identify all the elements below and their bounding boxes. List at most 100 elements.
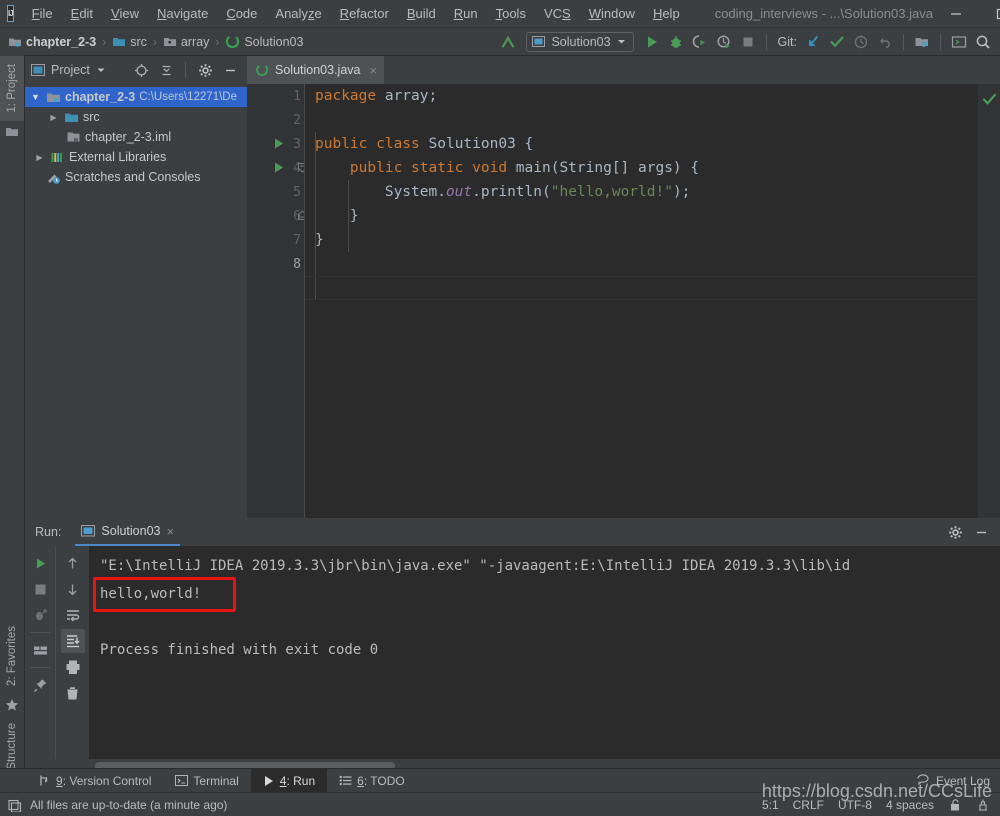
editor-tab-solution03[interactable]: Solution03.java × bbox=[247, 56, 385, 84]
menu-item-code[interactable]: Code bbox=[217, 3, 266, 24]
soft-wrap-icon[interactable] bbox=[61, 603, 85, 627]
bottom-tab-run[interactable]: 4: Run bbox=[250, 768, 328, 793]
collapse-all-icon[interactable] bbox=[155, 59, 177, 81]
inspection-level-icon[interactable] bbox=[976, 798, 990, 812]
bottom-tab-todo[interactable]: 6: TODO bbox=[327, 769, 417, 793]
close-icon[interactable]: × bbox=[369, 63, 377, 78]
chevron-down-icon[interactable] bbox=[96, 65, 106, 75]
stop-button[interactable] bbox=[737, 31, 759, 53]
run-gutter-icon[interactable] bbox=[273, 137, 285, 150]
search-everywhere-icon[interactable] bbox=[972, 31, 994, 53]
window-controls bbox=[933, 0, 1000, 28]
hide-panel-icon[interactable] bbox=[219, 59, 241, 81]
bottom-tab-terminal[interactable]: Terminal bbox=[163, 769, 250, 793]
run-with-coverage-button[interactable] bbox=[689, 31, 711, 53]
encoding[interactable]: UTF-8 bbox=[838, 798, 872, 812]
rerun-icon[interactable] bbox=[28, 551, 52, 575]
menu-item-refactor[interactable]: Refactor bbox=[331, 3, 398, 24]
tree-node-chapter-2-3[interactable]: ▼ chapter_2-3 C:\Users\12271\De bbox=[25, 87, 247, 107]
indent-setting[interactable]: 4 spaces bbox=[886, 798, 934, 812]
pin-tab-icon[interactable] bbox=[28, 673, 52, 697]
sidebar-item-favorites[interactable]: 2: Favorites bbox=[0, 618, 24, 694]
tree-node-label: src bbox=[83, 110, 100, 124]
project-structure-icon[interactable] bbox=[911, 31, 933, 53]
close-icon[interactable]: × bbox=[166, 524, 174, 539]
run-tab-label: Solution03 bbox=[101, 524, 161, 538]
restore-layout-icon[interactable] bbox=[28, 603, 52, 627]
bottom-tab-label: 9: Version Control bbox=[56, 773, 152, 788]
history-icon[interactable] bbox=[850, 31, 872, 53]
run-panel-header: Run: Solution03 × bbox=[25, 518, 1000, 546]
gear-icon[interactable] bbox=[194, 59, 216, 81]
scroll-to-end-icon[interactable] bbox=[60, 629, 85, 653]
menu-item-run[interactable]: Run bbox=[445, 3, 487, 24]
sidebar-item-project[interactable]: 1: Project bbox=[0, 56, 24, 121]
run-console-output[interactable]: "E:\IntelliJ IDEA 2019.3.3\jbr\bin\java.… bbox=[89, 546, 1000, 759]
maximize-button[interactable] bbox=[979, 0, 1000, 28]
title-bar: IJ File Edit View Navigate Code Analyze … bbox=[0, 0, 1000, 28]
print-icon[interactable] bbox=[61, 655, 85, 679]
gutter-line: 2 bbox=[293, 112, 301, 128]
hide-panel-icon[interactable] bbox=[970, 521, 992, 543]
menu-item-view[interactable]: View bbox=[102, 3, 148, 24]
down-arrow-icon[interactable] bbox=[61, 577, 85, 601]
run-console-toolbar bbox=[55, 546, 89, 759]
menu-item-analyze[interactable]: Analyze bbox=[266, 3, 330, 24]
breadcrumb-solution03[interactable]: Solution03 bbox=[223, 34, 305, 49]
unlocked-icon[interactable] bbox=[948, 798, 962, 812]
menu-item-edit[interactable]: Edit bbox=[62, 3, 102, 24]
code-line-1: package array; bbox=[315, 88, 438, 104]
line-separator[interactable]: CRLF bbox=[793, 798, 824, 812]
build-icon[interactable] bbox=[497, 31, 519, 53]
debug-button[interactable] bbox=[665, 31, 687, 53]
breadcrumb-separator: › bbox=[215, 34, 220, 49]
breadcrumb-array[interactable]: array bbox=[161, 35, 211, 49]
breadcrumb-chapter-2-3[interactable]: chapter_2-3 bbox=[6, 35, 98, 49]
update-project-icon[interactable] bbox=[802, 31, 824, 53]
inspection-ok-icon[interactable] bbox=[982, 92, 997, 107]
menu-item-file[interactable]: File bbox=[23, 3, 62, 24]
breadcrumb-label: src bbox=[130, 34, 147, 49]
status-bar: All files are up-to-date (a minute ago) … bbox=[0, 792, 1000, 816]
tree-node-external-libraries[interactable]: ▶ External Libraries bbox=[25, 147, 247, 167]
rollback-icon[interactable] bbox=[874, 31, 896, 53]
expand-arrow-icon[interactable]: ▶ bbox=[47, 113, 60, 122]
menu-item-vcs[interactable]: VCS bbox=[535, 3, 580, 24]
profiler-button[interactable] bbox=[713, 31, 735, 53]
run-button[interactable] bbox=[641, 31, 663, 53]
stop-icon[interactable] bbox=[28, 577, 52, 601]
intellij-logo-icon: IJ bbox=[7, 5, 14, 22]
terminal-toggle-icon[interactable] bbox=[948, 31, 970, 53]
bottom-tab-version-control[interactable]: 9: Version Control bbox=[26, 769, 163, 793]
menu-item-tools[interactable]: Tools bbox=[487, 3, 535, 24]
up-arrow-icon[interactable] bbox=[61, 551, 85, 575]
tree-node-iml-file[interactable]: chapter_2-3.iml bbox=[25, 127, 247, 147]
menu-item-help[interactable]: Help bbox=[644, 3, 689, 24]
menu-item-build[interactable]: Build bbox=[398, 3, 445, 24]
run-gutter-icon[interactable] bbox=[273, 161, 285, 174]
run-config-icon bbox=[81, 525, 96, 537]
tree-node-src[interactable]: ▶ src bbox=[25, 107, 247, 127]
expand-arrow-icon[interactable]: ▶ bbox=[33, 153, 46, 162]
layout-icon[interactable] bbox=[28, 638, 52, 662]
caret-row-highlight bbox=[305, 276, 978, 300]
event-log-button[interactable]: Event Log bbox=[917, 774, 1000, 788]
caret-position[interactable]: 5:1 bbox=[762, 798, 779, 812]
commit-icon[interactable] bbox=[826, 31, 848, 53]
breadcrumb-src[interactable]: src bbox=[110, 35, 149, 49]
run-configuration-selector[interactable]: Solution03 bbox=[526, 31, 634, 52]
source-folder-icon bbox=[65, 113, 78, 122]
tree-node-scratches-and-consoles[interactable]: Scratches and Consoles bbox=[25, 167, 247, 187]
clear-all-icon[interactable] bbox=[61, 681, 85, 705]
select-opened-file-icon[interactable] bbox=[130, 59, 152, 81]
gear-icon[interactable] bbox=[944, 521, 966, 543]
iml-file-icon bbox=[67, 132, 80, 141]
menu-item-window[interactable]: Window bbox=[580, 3, 644, 24]
run-tab-solution03[interactable]: Solution03 × bbox=[75, 518, 181, 546]
output-highlight-box bbox=[93, 577, 236, 612]
menu-item-navigate[interactable]: Navigate bbox=[148, 3, 217, 24]
minimize-button[interactable] bbox=[933, 0, 979, 28]
breadcrumb-label: chapter_2-3 bbox=[26, 34, 97, 49]
status-message: All files are up-to-date (a minute ago) bbox=[30, 797, 228, 812]
expand-arrow-icon[interactable]: ▼ bbox=[29, 92, 42, 102]
